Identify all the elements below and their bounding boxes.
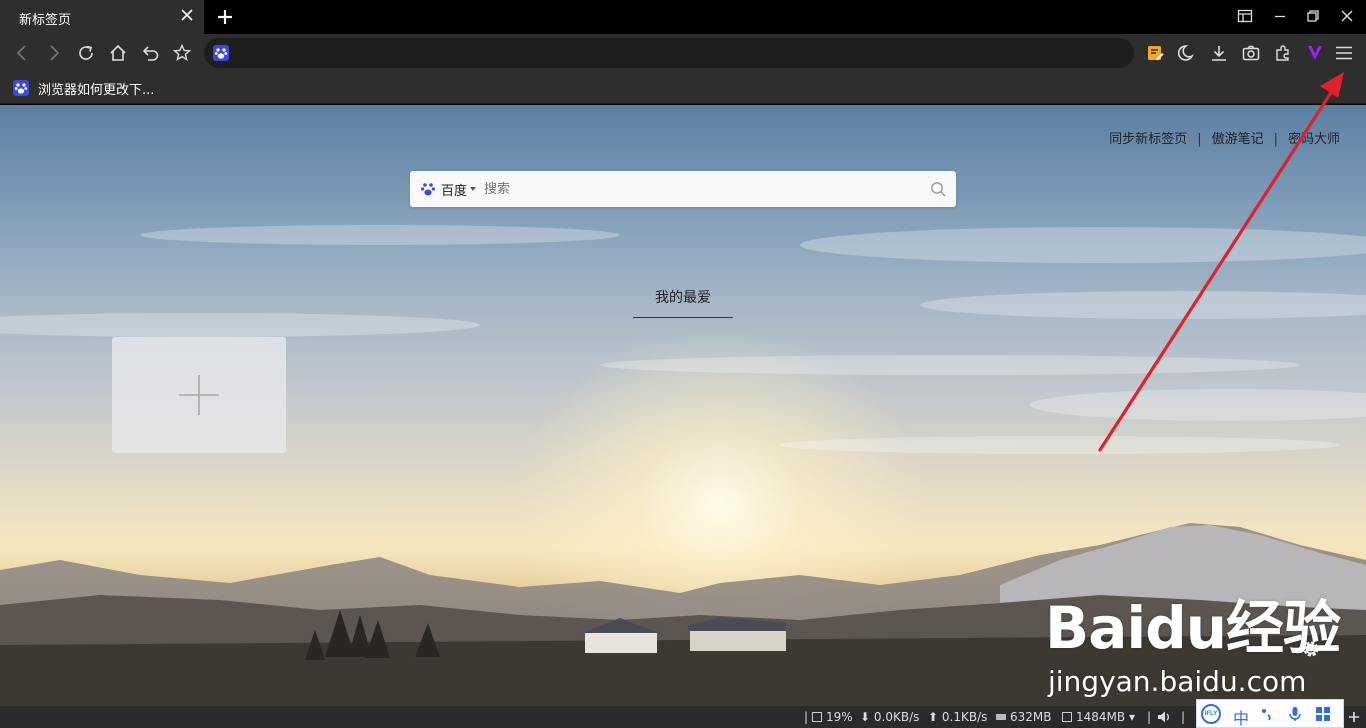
settings-gear-icon[interactable] <box>1300 638 1322 660</box>
window-layout-icon[interactable] <box>1237 8 1253 24</box>
menu-hamburger-icon[interactable] <box>1334 43 1354 63</box>
download-icon[interactable] <box>1209 43 1229 63</box>
memory-icon <box>996 714 1006 720</box>
home-icon[interactable] <box>108 43 128 63</box>
address-bar[interactable] <box>204 38 1134 68</box>
search-box: 百度 <box>410 171 956 207</box>
forward-icon[interactable] <box>44 43 64 63</box>
toolbar <box>0 34 1366 72</box>
top-links: 同步新标签页 | 傲游笔记 | 密码大师 <box>1109 128 1340 147</box>
back-icon[interactable] <box>12 43 32 63</box>
baidu-paw-icon <box>421 183 435 196</box>
link-sync-newtab[interactable]: 同步新标签页 <box>1109 128 1187 147</box>
ime-mode-toggle[interactable]: 中 <box>1233 705 1249 728</box>
search-engine-name: 百度 <box>441 184 468 199</box>
plus-icon <box>179 375 219 415</box>
notes-icon[interactable] <box>1145 43 1165 63</box>
link-password-master[interactable]: 密码大师 <box>1288 128 1340 147</box>
new-tab-page: 同步新标签页 | 傲游笔记 | 密码大师 百度 我的最爱 Baidu经验 jingyan… <box>0 105 1366 705</box>
arrow-down-icon: ⬇ <box>860 710 871 724</box>
search-input[interactable] <box>484 177 914 201</box>
ime-toolbar: iFLY 中 <box>1196 699 1344 728</box>
browser-memory-icon <box>1062 712 1072 722</box>
bookmarks-bar: 浏览器如何更改下... <box>0 72 1366 104</box>
arrow-up-icon: ⬆ <box>928 710 939 724</box>
tab-close-icon[interactable] <box>180 8 194 22</box>
status-divider: | <box>804 710 809 724</box>
search-icon[interactable] <box>930 181 946 197</box>
status-divider: | <box>1181 710 1186 724</box>
tab-title: 新标签页 <box>19 13 72 28</box>
toolbox-grid-icon[interactable] <box>1315 706 1331 722</box>
upload-speed: ⬆ 0.1KB/s <box>928 710 988 724</box>
memory-usage[interactable]: 632MB <box>996 710 1052 725</box>
close-window-icon[interactable] <box>1339 8 1355 24</box>
tab-new-tab[interactable]: 新标签页 <box>0 0 204 34</box>
cpu-usage[interactable]: 19% <box>812 710 853 725</box>
bookmark-label: 浏览器如何更改下... <box>38 83 155 98</box>
status-divider: | <box>1147 710 1152 724</box>
night-mode-icon[interactable] <box>1177 43 1197 63</box>
link-notes[interactable]: 傲游笔记 <box>1212 128 1264 147</box>
baidu-favicon-icon <box>13 80 29 96</box>
undo-close-tab-icon[interactable] <box>140 43 160 63</box>
minimize-icon[interactable] <box>1272 8 1288 24</box>
extension-v-icon[interactable] <box>1305 43 1325 63</box>
download-speed: ⬇ 0.0KB/s <box>860 710 920 724</box>
baidu-favicon-icon <box>213 45 229 61</box>
extensions-puzzle-icon[interactable] <box>1273 43 1293 63</box>
browser-memory[interactable]: 1484MB ▾ <box>1062 710 1135 725</box>
new-tab-icon[interactable] <box>216 8 234 26</box>
tab-bar: 新标签页 <box>0 0 1366 34</box>
status-bar: | 19% ⬇ 0.0KB/s ⬆ 0.1KB/s 632MB 1484MB ▾… <box>0 705 1366 728</box>
chevron-down-icon <box>470 187 476 191</box>
microphone-icon[interactable] <box>1287 706 1303 722</box>
link-separator: | <box>1197 132 1202 147</box>
favorite-star-icon[interactable] <box>172 43 192 63</box>
watermark-url: jingyan.baidu.com <box>1048 665 1307 698</box>
restore-icon[interactable] <box>1305 8 1321 24</box>
watermark-logo: Baidu经验 <box>1045 594 1341 662</box>
volume-icon[interactable] <box>1156 710 1172 724</box>
link-separator: | <box>1273 132 1278 147</box>
favorites-title[interactable]: 我的最爱 <box>633 287 733 318</box>
add-favorite-tile[interactable] <box>112 337 286 453</box>
cpu-icon <box>812 712 822 722</box>
plus-icon[interactable] <box>1348 711 1360 723</box>
punctuation-icon[interactable] <box>1259 706 1275 722</box>
ifly-logo[interactable]: iFLY <box>1201 704 1221 724</box>
screenshot-camera-icon[interactable] <box>1241 43 1261 63</box>
refresh-icon[interactable] <box>76 43 96 63</box>
chevron-down-icon: ▾ <box>1128 710 1135 724</box>
